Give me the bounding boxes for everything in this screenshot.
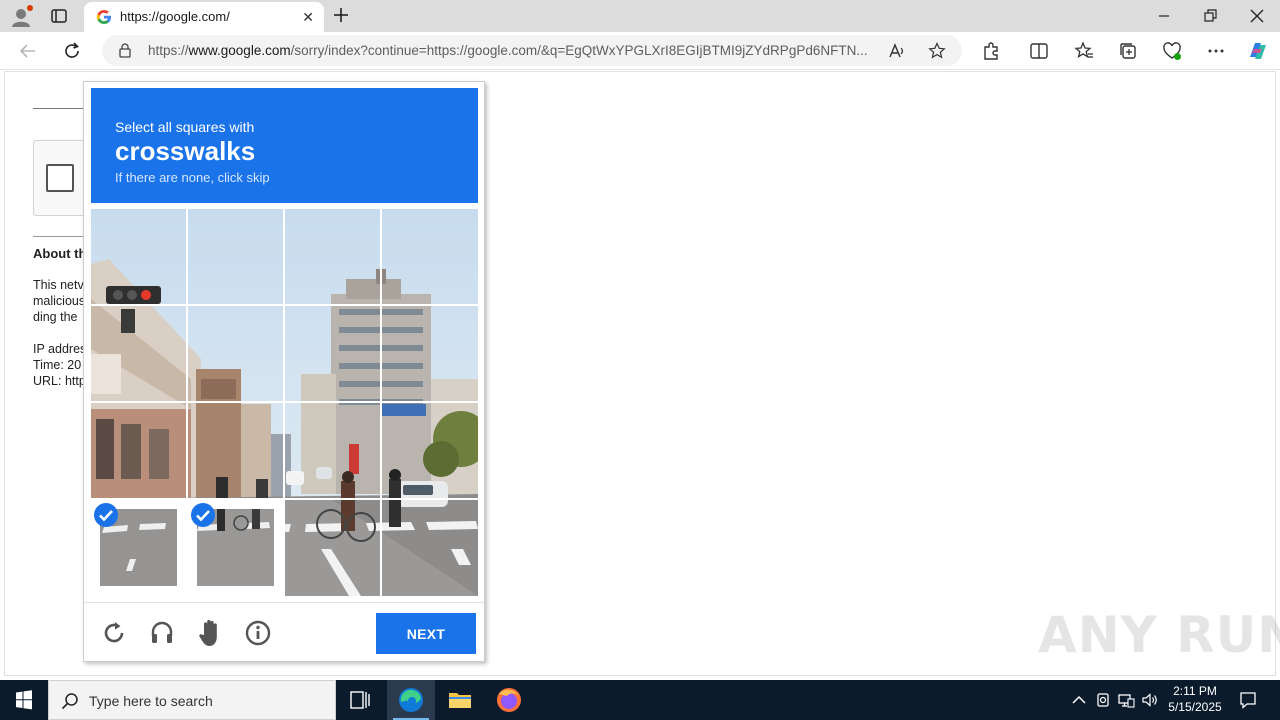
captcha-instruction: Select all squares with — [115, 119, 255, 135]
tab-actions-icon[interactable] — [50, 7, 68, 25]
about-heading: About th — [33, 246, 87, 261]
captcha-tile-15[interactable] — [285, 500, 380, 596]
captcha-hint: If there are none, click skip — [115, 170, 270, 185]
url-text[interactable]: https://www.google.com/sorry/index?conti… — [148, 43, 878, 58]
info-line: malicious — [33, 294, 86, 308]
lock-icon[interactable] — [118, 43, 132, 58]
notifications-icon[interactable] — [1238, 690, 1258, 710]
extensions-icon[interactable] — [981, 41, 1001, 61]
recaptcha-checkbox[interactable] — [46, 164, 74, 192]
browser-tab-strip: https://google.com/ ✕ — [0, 0, 1280, 32]
volume-icon[interactable] — [1141, 691, 1159, 709]
captcha-tile-3[interactable] — [285, 209, 380, 304]
back-icon[interactable] — [18, 41, 38, 61]
google-favicon-icon — [96, 10, 111, 24]
audio-challenge-icon[interactable] — [149, 620, 175, 646]
captcha-tile-5[interactable] — [91, 306, 186, 401]
clock-time: 2:11 PM — [1173, 684, 1217, 698]
selected-check-icon — [94, 503, 118, 527]
browser-tab-google[interactable]: https://google.com/ ✕ — [84, 2, 324, 32]
next-button[interactable]: NEXT — [376, 613, 476, 654]
captcha-tile-4[interactable] — [382, 209, 478, 304]
anyrun-watermark: ANY RUN — [1038, 606, 1280, 664]
more-options-icon[interactable] — [1206, 41, 1226, 61]
captcha-tile-16[interactable] — [382, 500, 478, 596]
captcha-header: Select all squares with crosswalks If th… — [91, 88, 478, 203]
captcha-tile-14-selected[interactable] — [188, 500, 283, 596]
captcha-challenge-popup: Select all squares with crosswalks If th… — [83, 81, 485, 662]
windows-start-icon[interactable] — [0, 680, 48, 720]
profile-alert-dot — [27, 5, 33, 11]
captcha-image-grid — [91, 209, 478, 596]
captcha-tile-9[interactable] — [91, 403, 186, 498]
url-prefix: https:// — [148, 43, 189, 58]
captcha-footer: NEXT — [84, 602, 484, 662]
taskbar-edge[interactable] — [387, 680, 435, 720]
tab-close-icon[interactable]: ✕ — [302, 10, 314, 24]
search-placeholder: Type here to search — [89, 693, 213, 709]
clock-date: 5/15/2025 — [1168, 700, 1222, 714]
info-line: URL: http — [33, 374, 86, 388]
new-tab-icon[interactable] — [332, 6, 350, 24]
captcha-tile-6[interactable] — [188, 306, 283, 401]
restore-icon[interactable] — [1200, 7, 1220, 25]
captcha-tile-1[interactable] — [91, 209, 186, 304]
url-path: /sorry/index?continue=https://google.com… — [290, 43, 868, 58]
captcha-tile-12[interactable] — [382, 403, 478, 498]
selected-check-icon — [191, 503, 215, 527]
file-explorer-icon[interactable] — [436, 680, 484, 720]
copilot-icon[interactable] — [1246, 39, 1270, 63]
captcha-tile-10[interactable] — [188, 403, 283, 498]
info-line: This netv — [33, 278, 84, 292]
close-window-icon[interactable] — [1247, 7, 1267, 25]
firefox-icon[interactable] — [485, 680, 533, 720]
captcha-tile-13-selected[interactable] — [91, 500, 186, 596]
minimize-icon[interactable] — [1154, 7, 1174, 25]
device-icon[interactable] — [1094, 691, 1112, 709]
add-favorite-icon[interactable] — [928, 42, 946, 60]
captcha-tile-8[interactable] — [382, 306, 478, 401]
windows-taskbar: Type here to search 2:11 PM 5/15/2025 — [0, 680, 1280, 720]
taskbar-clock[interactable]: 2:11 PM 5/15/2025 — [1160, 683, 1230, 715]
collections-icon[interactable] — [1118, 41, 1138, 61]
network-icon[interactable] — [1117, 691, 1135, 709]
browser-toolbar: https://www.google.com/sorry/index?conti… — [0, 32, 1280, 70]
captcha-tile-2[interactable] — [188, 209, 283, 304]
screen: https://google.com/ ✕ https://www.google… — [0, 0, 1280, 720]
info-line: IP addres — [33, 342, 87, 356]
browser-essentials-icon[interactable] — [1162, 41, 1182, 61]
captcha-tile-11[interactable] — [285, 403, 380, 498]
read-aloud-icon[interactable] — [888, 42, 906, 60]
refresh-icon[interactable] — [62, 41, 82, 61]
url-domain: www.google.com — [188, 43, 291, 58]
split-screen-icon[interactable] — [1029, 41, 1049, 61]
info-line: Time: 20 — [33, 358, 82, 372]
reload-icon[interactable] — [101, 620, 127, 646]
tab-title: https://google.com/ — [120, 9, 230, 24]
info-icon[interactable] — [245, 620, 271, 646]
hand-help-icon[interactable] — [197, 618, 225, 648]
edge-icon — [399, 688, 423, 712]
show-hidden-icons-icon[interactable] — [1070, 691, 1088, 709]
task-view-icon[interactable] — [336, 680, 384, 720]
search-icon — [61, 693, 78, 710]
taskbar-search-box[interactable]: Type here to search — [48, 680, 336, 720]
captcha-target-word: crosswalks — [115, 136, 256, 166]
info-line: ding the — [33, 310, 78, 324]
favorites-icon[interactable] — [1074, 41, 1094, 61]
captcha-tile-7[interactable] — [285, 306, 380, 401]
address-bar[interactable]: https://www.google.com/sorry/index?conti… — [102, 35, 962, 66]
